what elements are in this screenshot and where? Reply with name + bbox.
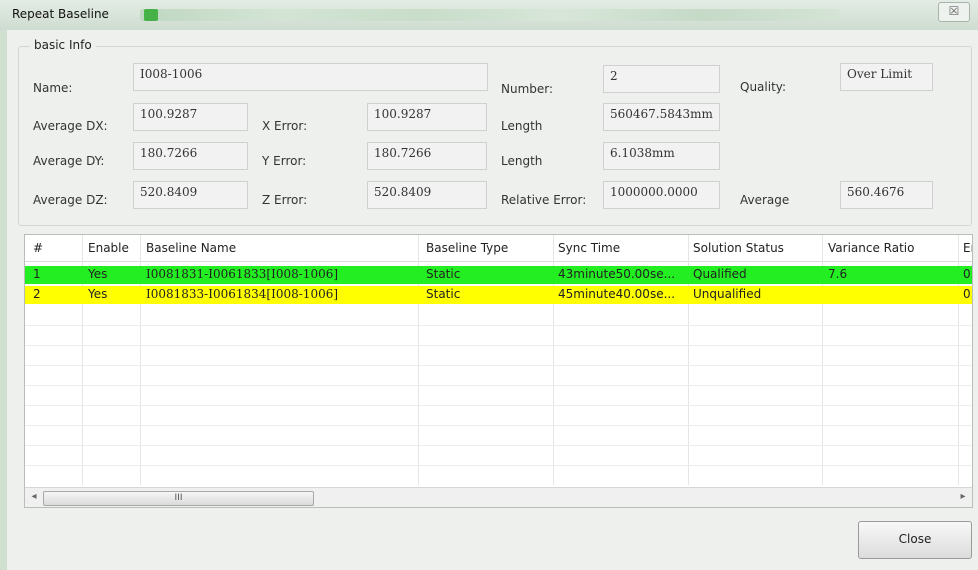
status-icon [144, 9, 158, 21]
window-left-border [0, 30, 7, 570]
scroll-right-icon[interactable]: ▸ [956, 491, 970, 502]
row-enable: Yes [88, 267, 108, 281]
row-index: 1 [33, 267, 41, 281]
quality-field: Over Limit [840, 63, 933, 91]
row-divider [25, 465, 972, 466]
quality-label: Quality: [740, 80, 787, 94]
column-header-sync-time[interactable]: Sync Time [558, 241, 620, 255]
average-dx-label: Average DX: [33, 119, 108, 133]
column-header-index[interactable]: # [33, 241, 43, 255]
z-error-field: 520.8409 [367, 181, 487, 209]
row-baseline-name: I0081833-I0061834[I008-1006] [146, 287, 339, 301]
average-dx-field: 100.9287 [133, 103, 248, 131]
row-error: 0. [963, 267, 972, 281]
group-title: basic Info [30, 38, 96, 52]
x-error-label: X Error: [262, 119, 308, 133]
column-header-solution-status[interactable]: Solution Status [693, 241, 784, 255]
scroll-thumb[interactable]: III [43, 491, 314, 506]
title-bar: Repeat Baseline ☒ [0, 0, 978, 30]
row-divider [25, 345, 972, 346]
average-dz-field: 520.8409 [133, 181, 248, 209]
average-dz-label: Average DZ: [33, 193, 108, 207]
name-field: I008-1006 [133, 63, 488, 91]
average-dy-label: Average DY: [33, 154, 105, 168]
z-error-label: Z Error: [262, 193, 308, 207]
row-divider [25, 365, 972, 366]
horizontal-scrollbar[interactable]: ◂ III ▸ [25, 487, 972, 507]
row-divider [25, 445, 972, 446]
row-error: 0. [963, 287, 972, 301]
row-divider [25, 425, 972, 426]
column-header-variance-ratio[interactable]: Variance Ratio [828, 241, 914, 255]
row-variance-ratio: 7.6 [828, 267, 848, 281]
length-label-1: Length [501, 119, 543, 133]
name-label: Name: [33, 81, 73, 95]
row-baseline-type: Static [426, 267, 461, 281]
close-button[interactable]: Close [858, 521, 972, 559]
average-field: 560.4676 [840, 181, 933, 209]
table-row[interactable]: 1 Yes I0081831-I0061833[I008-1006] Stati… [25, 266, 972, 284]
average-dy-field: 180.7266 [133, 142, 248, 170]
relative-error-field: 1000000.0000 [603, 181, 720, 209]
row-index: 2 [33, 287, 41, 301]
table-header: # Enable Baseline Name Baseline Type Syn… [25, 235, 972, 262]
row-solution-status: Unqualified [693, 287, 762, 301]
scroll-left-icon[interactable]: ◂ [27, 491, 41, 502]
row-divider [25, 405, 972, 406]
row-solution-status: Qualified [693, 267, 747, 281]
relative-error-label: Relative Error: [501, 193, 587, 207]
blurred-tab-strip [140, 9, 840, 21]
column-header-error[interactable]: Er [963, 241, 972, 255]
number-label: Number: [501, 82, 554, 96]
x-error-field: 100.9287 [367, 103, 487, 131]
number-field: 2 [603, 65, 720, 93]
y-error-label: Y Error: [262, 154, 307, 168]
window-close-icon[interactable]: ☒ [938, 2, 970, 22]
column-header-baseline-name[interactable]: Baseline Name [146, 241, 236, 255]
row-sync-time: 45minute40.00se... [558, 287, 676, 301]
row-sync-time: 43minute50.00se... [558, 267, 676, 281]
window-title: Repeat Baseline [12, 7, 109, 21]
column-header-baseline-type[interactable]: Baseline Type [426, 241, 508, 255]
length-field-1: 560467.5843mm [603, 103, 720, 131]
baseline-table[interactable]: # Enable Baseline Name Baseline Type Syn… [24, 234, 973, 508]
average-label: Average [740, 193, 790, 207]
row-divider [25, 325, 972, 326]
row-enable: Yes [88, 287, 108, 301]
row-baseline-type: Static [426, 287, 461, 301]
length-field-2: 6.1038mm [603, 142, 720, 170]
length-label-2: Length [501, 154, 543, 168]
row-divider [25, 385, 972, 386]
table-row[interactable]: 2 Yes I0081833-I0061834[I008-1006] Stati… [25, 286, 972, 304]
row-baseline-name: I0081831-I0061833[I008-1006] [146, 267, 339, 281]
y-error-field: 180.7266 [367, 142, 487, 170]
column-header-enable[interactable]: Enable [88, 241, 129, 255]
